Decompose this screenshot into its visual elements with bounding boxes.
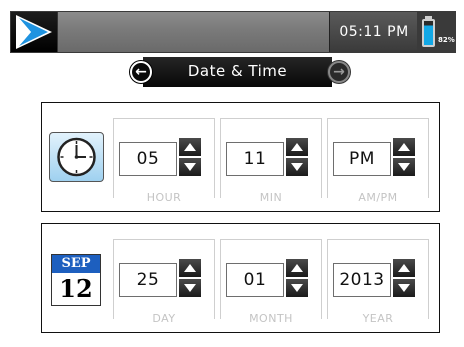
date-panel: SEP 12 25 DAY 01 MONTH 2013 YEAR: [41, 223, 440, 333]
ampm-label: AM/PM: [327, 191, 429, 204]
clock-readout: 05:11 PM: [329, 12, 419, 52]
hour-spinner: [179, 138, 201, 177]
day-up-button[interactable]: [179, 259, 201, 277]
calendar-month: SEP: [52, 255, 100, 273]
month-down-button[interactable]: [286, 279, 308, 297]
arrow-left-icon: ←: [135, 64, 147, 80]
minute-down-button[interactable]: [286, 158, 308, 176]
month-up-button[interactable]: [286, 259, 308, 277]
arrow-up-icon: [184, 143, 196, 151]
year-up-button[interactable]: [393, 259, 415, 277]
arrow-up-icon: [291, 143, 303, 151]
forward-button[interactable]: →: [328, 61, 350, 83]
minute-field: 11 MIN: [220, 118, 322, 204]
day-value[interactable]: 25: [119, 263, 177, 297]
arrow-up-icon: [291, 264, 303, 272]
year-label: YEAR: [327, 312, 429, 325]
minute-spinner: [286, 138, 308, 177]
ampm-spinner: [393, 138, 415, 177]
arrow-down-icon: [291, 163, 303, 171]
arrow-down-icon: [398, 284, 410, 292]
arrow-up-icon: [398, 264, 410, 272]
hour-value[interactable]: 05: [119, 142, 177, 176]
page-title: Date & Time: [143, 57, 332, 87]
minute-up-button[interactable]: [286, 138, 308, 156]
battery-percent: 82%: [438, 36, 455, 44]
month-spinner: [286, 259, 308, 298]
minute-value[interactable]: 11: [226, 142, 284, 176]
hour-field: 05 HOUR: [113, 118, 215, 204]
hour-down-button[interactable]: [179, 158, 201, 176]
ampm-up-button[interactable]: [393, 138, 415, 156]
hour-up-button[interactable]: [179, 138, 201, 156]
arrow-down-icon: [184, 163, 196, 171]
minute-label: MIN: [220, 191, 322, 204]
calendar-day: 12: [59, 274, 93, 303]
day-field: 25 DAY: [113, 239, 215, 325]
ampm-field: PM AM/PM: [327, 118, 429, 204]
ampm-value[interactable]: PM: [333, 142, 391, 176]
battery-indicator: 82%: [417, 12, 455, 52]
play-logo-icon: [16, 15, 52, 49]
day-label: DAY: [113, 312, 215, 325]
arrow-down-icon: [291, 284, 303, 292]
arrow-up-icon: [398, 143, 410, 151]
arrow-up-icon: [184, 264, 196, 272]
hour-label: HOUR: [113, 191, 215, 204]
calendar-icon: SEP 12: [51, 254, 101, 306]
year-value[interactable]: 2013: [333, 263, 391, 297]
month-field: 01 MONTH: [220, 239, 322, 325]
back-button[interactable]: ←: [130, 61, 152, 83]
clock-icon: [49, 132, 104, 182]
time-panel: 05 HOUR 11 MIN PM AM/PM: [41, 102, 440, 212]
arrow-right-icon: →: [333, 64, 345, 80]
day-spinner: [179, 259, 201, 298]
status-bar: 05:11 PM 82%: [10, 11, 456, 53]
battery-icon: [422, 19, 435, 47]
title-bar: Date & Time ← →: [122, 57, 352, 87]
month-value[interactable]: 01: [226, 263, 284, 297]
arrow-down-icon: [398, 163, 410, 171]
year-field: 2013 YEAR: [327, 239, 429, 325]
month-label: MONTH: [220, 312, 322, 325]
home-button[interactable]: [11, 12, 58, 52]
day-down-button[interactable]: [179, 279, 201, 297]
year-spinner: [393, 259, 415, 298]
ampm-down-button[interactable]: [393, 158, 415, 176]
year-down-button[interactable]: [393, 279, 415, 297]
arrow-down-icon: [184, 284, 196, 292]
